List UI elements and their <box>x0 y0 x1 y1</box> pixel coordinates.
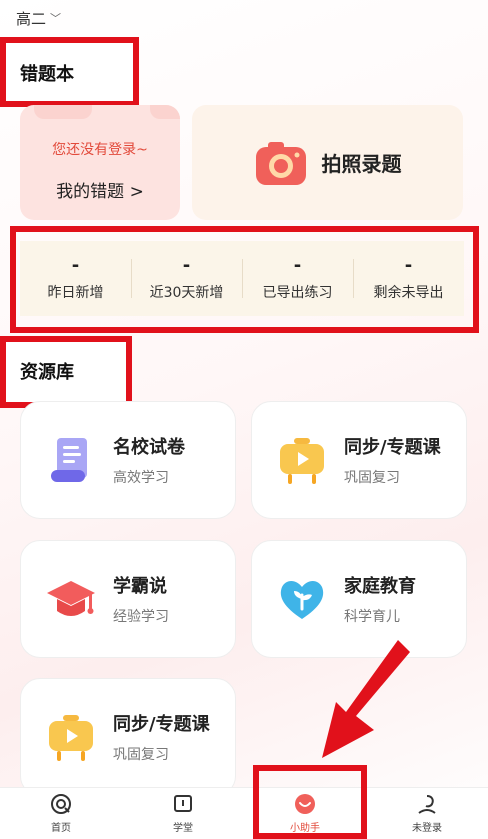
stat-remaining: - 剩余未导出 <box>353 241 464 316</box>
chevron-down-icon: ﹀ <box>50 11 62 25</box>
stat-exported: - 已导出练习 <box>242 241 353 316</box>
resource-card-title: 同步/专题课 <box>113 714 210 735</box>
folder-tab <box>150 105 180 119</box>
resource-card-sync-courses-2[interactable]: 同步/专题课 巩固复习 <box>20 678 236 796</box>
stat-value: - <box>71 255 80 276</box>
nav-label: 未登录 <box>412 823 442 834</box>
resource-card-exam-papers[interactable]: 名校试卷 高效学习 <box>20 401 236 519</box>
resource-card-top-students[interactable]: 学霸说 经验学习 <box>20 540 236 658</box>
home-icon <box>51 794 71 814</box>
grade-label: 高二 <box>16 10 47 28</box>
my-wrong-questions-link[interactable]: 我的错题 > <box>20 177 180 202</box>
resource-card-subtitle: 经验学习 <box>113 609 169 625</box>
stat-yesterday: - 昨日新增 <box>20 241 131 316</box>
resource-card-subtitle: 巩固复习 <box>113 747 169 763</box>
resources-title: 资源库 <box>20 362 74 383</box>
photo-entry-button[interactable]: 拍照录题 <box>192 105 463 220</box>
stat-label: 剩余未导出 <box>373 285 444 301</box>
grade-selector[interactable]: 高二 ﹀ <box>16 8 61 29</box>
stat-30days: - 近30天新增 <box>131 241 242 316</box>
nav-label: 学堂 <box>173 823 193 834</box>
stat-label: 昨日新增 <box>47 285 104 301</box>
video-board-icon <box>49 715 93 761</box>
resource-card-title: 家庭教育 <box>344 576 416 597</box>
video-board-icon <box>280 438 324 484</box>
login-hint: 您还没有登录~ <box>52 142 148 158</box>
annotation-box-assistant <box>253 765 367 839</box>
nav-item-school[interactable]: 学堂 <box>122 788 244 839</box>
folder-tab <box>34 105 92 119</box>
resource-card-title: 学霸说 <box>113 576 167 597</box>
scroll-icon <box>51 438 87 482</box>
nav-item-home[interactable]: 首页 <box>0 788 122 839</box>
my-wrong-questions-card[interactable]: 您还没有登录~ 我的错题 > <box>20 105 180 220</box>
stat-value: - <box>404 255 413 276</box>
resource-card-title: 同步/专题课 <box>344 437 441 458</box>
stat-value: - <box>293 255 302 276</box>
photo-entry-label: 拍照录题 <box>321 152 402 176</box>
resource-card-subtitle: 巩固复习 <box>344 470 400 486</box>
wrong-book-title: 错题本 <box>20 64 74 85</box>
resource-card-subtitle: 科学育儿 <box>344 609 400 625</box>
graduation-cap-icon <box>47 581 95 616</box>
stat-label: 近30天新增 <box>149 285 224 301</box>
user-icon <box>418 795 436 814</box>
book-icon <box>174 795 192 812</box>
resource-card-sync-courses[interactable]: 同步/专题课 巩固复习 <box>251 401 467 519</box>
nav-item-profile[interactable]: 未登录 <box>366 788 488 839</box>
resource-card-title: 名校试卷 <box>113 437 185 458</box>
stat-value: - <box>182 255 191 276</box>
heart-sprout-icon <box>280 581 324 619</box>
annotation-arrow <box>322 640 410 758</box>
bottom-nav: 首页 学堂 小助手 未登录 <box>0 787 488 839</box>
nav-label: 首页 <box>51 823 71 834</box>
stat-label: 已导出练习 <box>262 285 333 301</box>
camera-icon <box>255 141 306 185</box>
stats-bar: - 昨日新增 - 近30天新增 - 已导出练习 - 剩余未导出 <box>20 241 464 316</box>
resource-card-subtitle: 高效学习 <box>113 470 169 486</box>
